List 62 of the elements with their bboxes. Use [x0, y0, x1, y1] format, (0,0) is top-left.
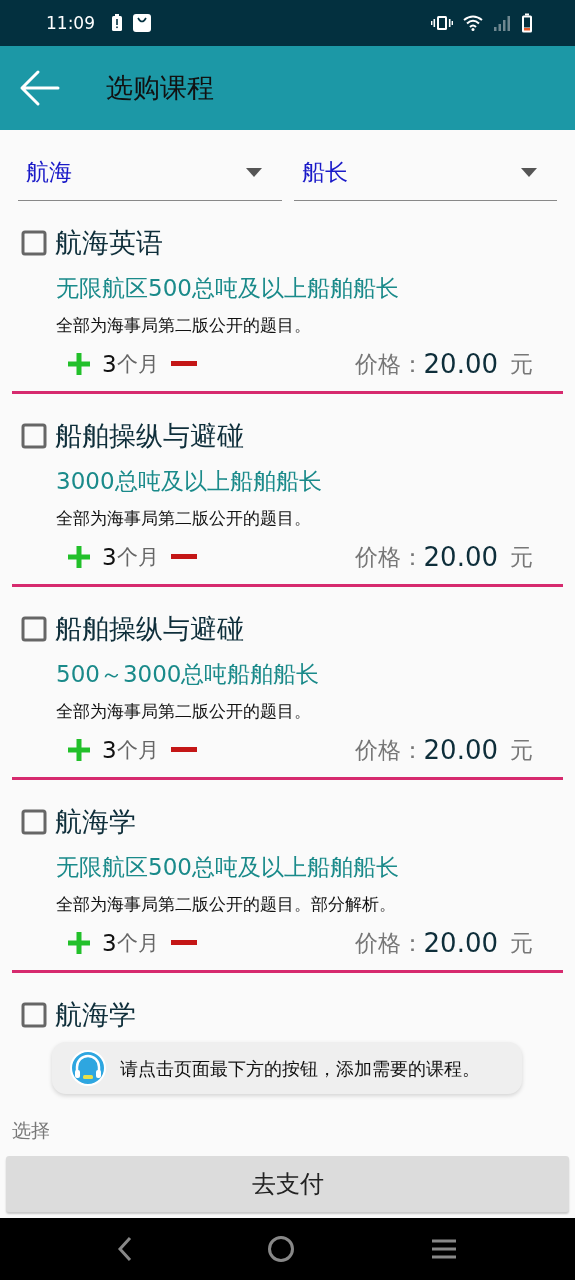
checkbox[interactable]: [21, 1002, 47, 1028]
currency-unit: 元: [510, 735, 533, 765]
price-label: 价格：: [354, 928, 424, 958]
course-description: 全部为海事局第二版公开的题目。部分解析。: [56, 893, 397, 916]
battery-icon: [521, 13, 533, 33]
course-name: 航海学: [55, 998, 136, 1032]
minus-icon[interactable]: [170, 939, 197, 947]
course-name: 航海英语: [55, 226, 163, 260]
course-position: 无限航区500总吨及以上船舶船长: [56, 274, 400, 303]
checkbox[interactable]: [21, 423, 47, 449]
minus-icon[interactable]: [170, 553, 197, 561]
dropdown-caret-icon: [245, 168, 262, 177]
checkbox[interactable]: [21, 230, 47, 256]
home-icon[interactable]: [267, 1235, 296, 1263]
price-label: 价格：: [354, 542, 424, 572]
price-label: 价格：: [354, 349, 424, 379]
price-value: 20.00: [423, 735, 498, 765]
signal-icon: [493, 15, 511, 31]
duration-value: 3: [102, 351, 117, 377]
duration-value: 3: [102, 930, 117, 956]
course-name: 船舶操纵与避碰: [55, 612, 244, 646]
course-position: 500～3000总吨船舶船长: [56, 660, 321, 689]
price-value: 20.00: [423, 349, 498, 379]
duration-unit: 个月: [116, 351, 159, 378]
price-value: 20.00: [423, 928, 498, 958]
page-title: 选购课程: [106, 71, 214, 105]
duration-unit: 个月: [116, 930, 159, 957]
course-description: 全部为海事局第二版公开的题目。: [56, 700, 312, 723]
currency-unit: 元: [510, 542, 533, 572]
toast-text: 请点击页面最下方的按钮，添加需要的课程。: [120, 1056, 480, 1081]
vibrate-icon: [431, 15, 453, 31]
filter-dropdown[interactable]: 船长: [293, 157, 557, 201]
duration-unit: 个月: [116, 737, 159, 764]
checkbox[interactable]: [21, 616, 47, 642]
price-value: 20.00: [423, 542, 498, 572]
pay-button[interactable]: 去支付: [6, 1156, 569, 1212]
checkbox[interactable]: [21, 809, 47, 835]
back-icon[interactable]: [117, 1236, 134, 1262]
wifi-icon: [463, 15, 483, 31]
course-description: 全部为海事局第二版公开的题目。: [56, 314, 312, 337]
menu-icon[interactable]: [429, 1238, 458, 1260]
course-position: 3000总吨及以上船舶船长: [56, 467, 323, 496]
back-arrow-icon[interactable]: [18, 68, 62, 108]
course-name: 航海学: [55, 805, 136, 839]
course-position: 无限航区500总吨及以上船舶船长: [56, 853, 400, 882]
course-name: 船舶操纵与避碰: [55, 419, 244, 453]
battery-alert-icon: [111, 14, 123, 32]
headphones-logo-icon: [68, 1048, 108, 1088]
currency-unit: 元: [510, 928, 533, 958]
dropdown-caret-icon: [521, 168, 537, 177]
bag-icon: [133, 14, 151, 32]
course-description: 全部为海事局第二版公开的题目。: [56, 507, 312, 530]
duration-value: 3: [102, 737, 117, 763]
summary-label: 选择: [12, 1118, 50, 1143]
duration-unit: 个月: [116, 544, 159, 571]
filter-dropdown[interactable]: 航海: [18, 157, 282, 201]
currency-unit: 元: [510, 349, 533, 379]
price-label: 价格：: [354, 735, 424, 765]
status-time: 11:09: [46, 13, 95, 33]
duration-value: 3: [102, 544, 117, 570]
minus-icon[interactable]: [170, 360, 197, 368]
minus-icon[interactable]: [170, 746, 197, 754]
